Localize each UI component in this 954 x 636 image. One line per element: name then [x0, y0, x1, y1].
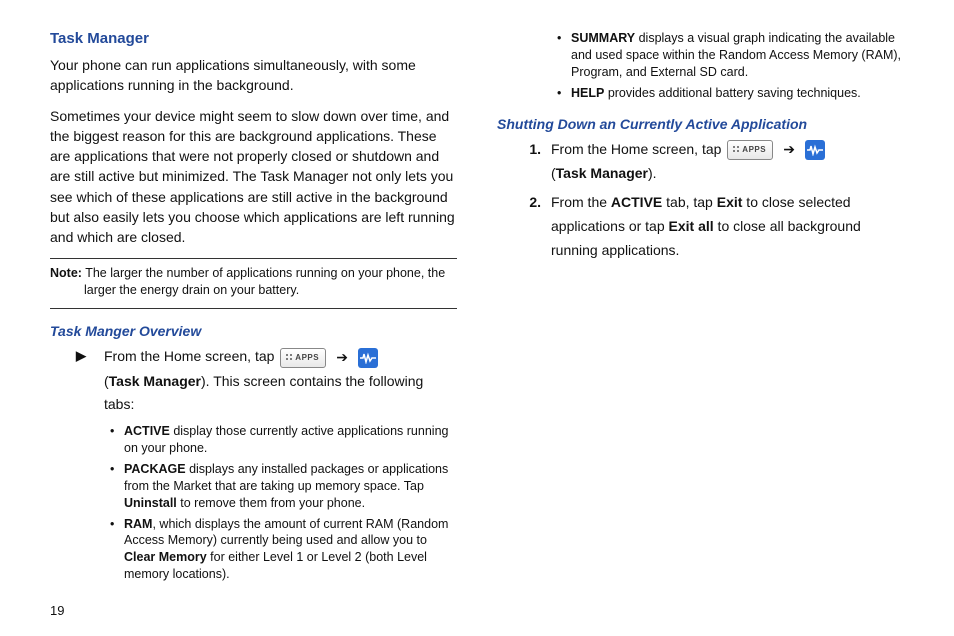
task-manager-bold: Task Manager — [556, 165, 648, 181]
shutdown-step-2: 2. From the ACTIVE tab, tap Exit to clos… — [523, 191, 904, 262]
task-manager-icon — [358, 348, 378, 368]
intro-paragraph-2: Sometimes your device might seem to slow… — [50, 106, 457, 248]
bullet-text: display those currently active applicati… — [124, 424, 448, 455]
note-label: Note: — [50, 266, 82, 280]
bullet-summary: • SUMMARY displays a visual graph indica… — [557, 30, 904, 81]
apps-icon — [280, 348, 326, 368]
page-number: 19 — [50, 603, 64, 618]
bullet-bold: PACKAGE — [124, 462, 186, 476]
intro-paragraph-1: Your phone can run applications simultan… — [50, 55, 457, 96]
bullet-bold: RAM — [124, 517, 152, 531]
bullet-bold: ACTIVE — [124, 424, 170, 438]
task-manager-bold: Task Manager — [109, 373, 201, 389]
step-number: 1. — [523, 138, 541, 162]
overview-step: ▶ From the Home screen, tap ➔ (Task Mana… — [76, 345, 457, 417]
overview-text-a: From the Home screen, tap — [104, 348, 278, 364]
divider — [50, 308, 457, 309]
bullet-active: • ACTIVE display those currently active … — [110, 423, 457, 457]
bullet-bold: SUMMARY — [571, 31, 635, 45]
bullet-help: • HELP provides additional battery savin… — [557, 85, 904, 102]
step2-pre: From the — [551, 194, 611, 210]
step2-mid1: tab, tap — [662, 194, 716, 210]
apps-icon — [727, 140, 773, 160]
list-arrow-icon: ▶ — [76, 345, 94, 367]
shutdown-step-1: 1. From the Home screen, tap ➔ (Task Man… — [523, 138, 904, 186]
bullet-bold2: Uninstall — [124, 496, 177, 510]
bullet-text: provides additional battery saving techn… — [604, 86, 860, 100]
active-bold: ACTIVE — [611, 194, 662, 210]
bullet-package: • PACKAGE displays any installed package… — [110, 461, 457, 512]
bullet-bold: HELP — [571, 86, 604, 100]
bullet-bold2: Clear Memory — [124, 550, 207, 564]
section-heading: Task Manager — [50, 30, 457, 47]
step-number: 2. — [523, 191, 541, 215]
bullet-text2: to remove them from your phone. — [177, 496, 365, 510]
arrow-right-icon: ➔ — [783, 138, 795, 162]
bullet-text: , which displays the amount of current R… — [124, 517, 448, 548]
note-text: The larger the number of applications ru… — [84, 266, 445, 297]
note: Note: The larger the number of applicati… — [50, 265, 457, 299]
task-manager-icon — [805, 140, 825, 160]
divider — [50, 258, 457, 259]
step1-pre: From the Home screen, tap — [551, 141, 725, 157]
exit-bold: Exit — [717, 194, 743, 210]
shutdown-heading: Shutting Down an Currently Active Applic… — [497, 116, 904, 132]
step1-line2-post: ). — [648, 165, 657, 181]
bullet-ram: • RAM, which displays the amount of curr… — [110, 516, 457, 584]
exit-all-bold: Exit all — [669, 218, 714, 234]
overview-heading: Task Manger Overview — [50, 323, 457, 339]
arrow-right-icon: ➔ — [336, 346, 348, 370]
